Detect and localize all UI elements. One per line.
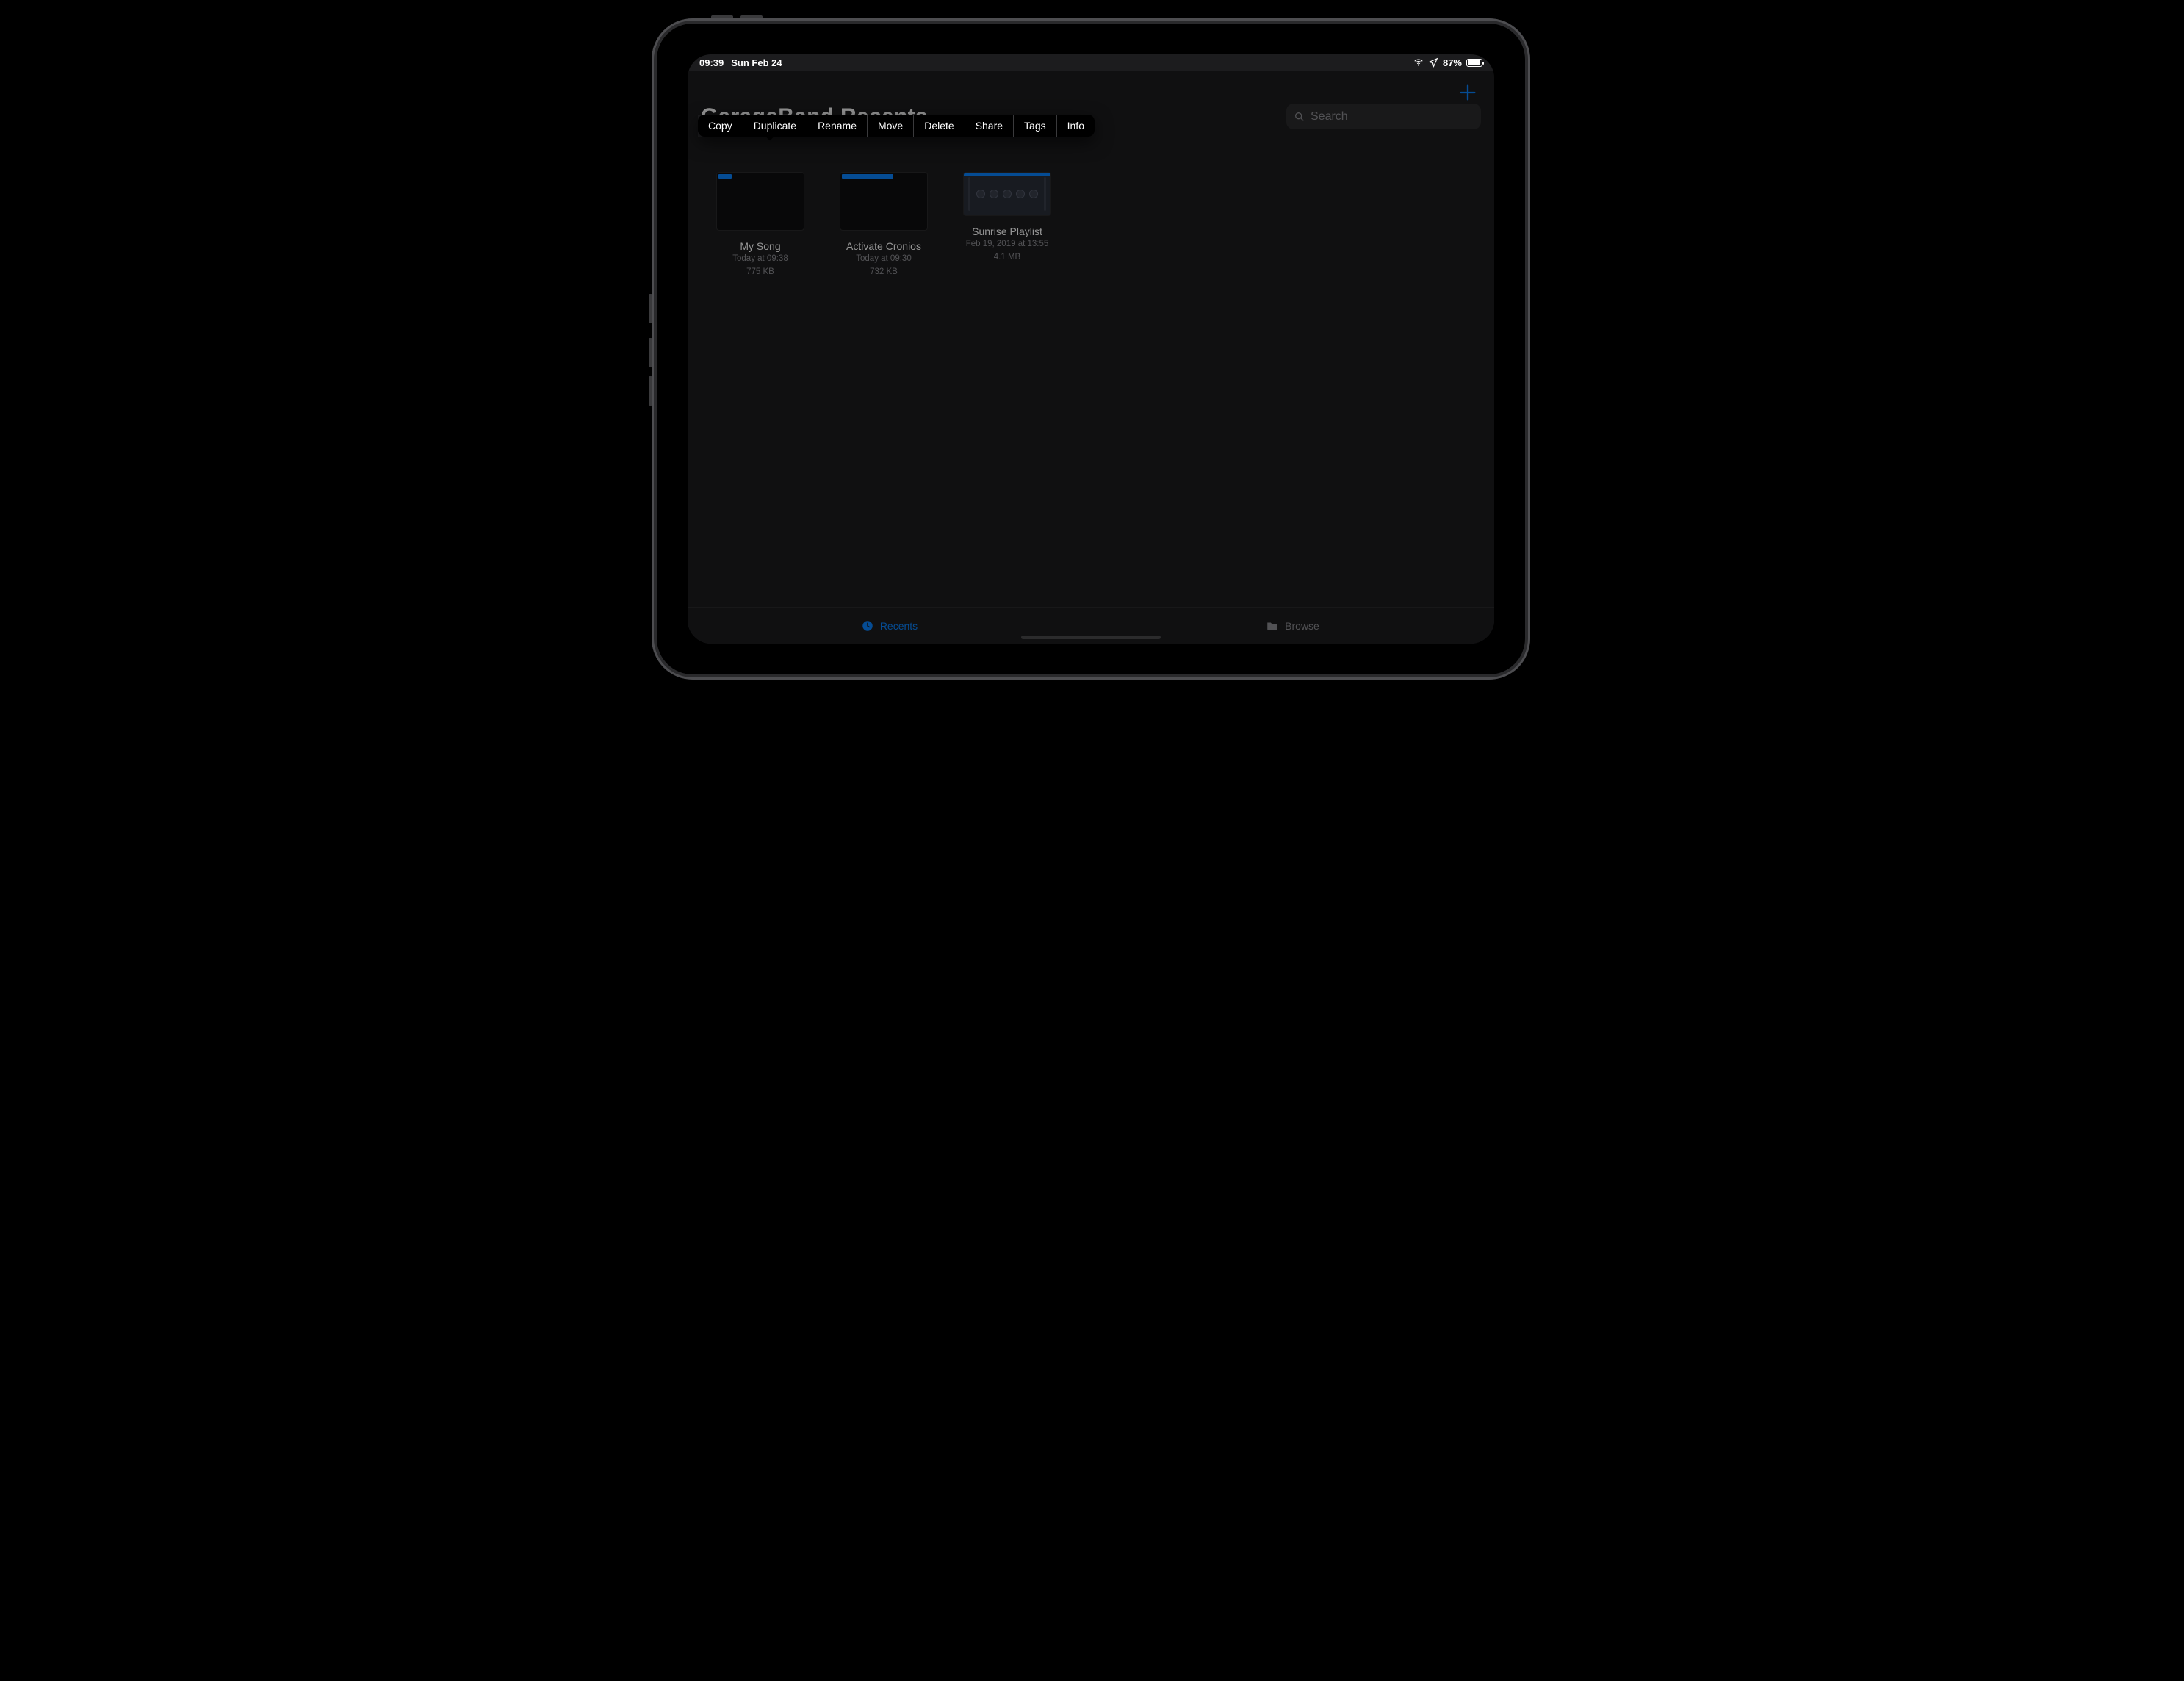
modal-overlay: CopyDuplicateRenameMoveDeleteShareTagsIn… <box>688 54 1494 644</box>
location-icon <box>1428 57 1438 68</box>
status-time: 09:39 <box>699 57 724 68</box>
page-title: GarageBand Recents <box>701 104 928 129</box>
file-date: Today at 09:30 <box>856 253 911 265</box>
file-item[interactable]: Activate CroniosToday at 09:30 732 KB <box>836 172 931 278</box>
file-date: Today at 09:38 <box>732 253 788 265</box>
status-right: 87% <box>1413 57 1482 68</box>
folder-icon <box>1266 619 1279 633</box>
search-icon <box>1294 111 1305 123</box>
nav-header: GarageBand Recents <box>688 69 1494 135</box>
file-name: Sunrise Playlist <box>972 226 1042 237</box>
home-indicator[interactable] <box>1021 636 1161 639</box>
search-input[interactable] <box>1311 110 1474 123</box>
file-item[interactable]: Sunrise Playlist Feb 19, 2019 at 13:554.1… <box>959 172 1055 263</box>
file-thumbnail <box>963 172 1051 216</box>
tab-recents-label: Recents <box>880 620 918 632</box>
file-date: Feb 19, 2019 at 13:55 <box>966 239 1049 251</box>
status-left: 09:39 Sun Feb 24 <box>699 57 782 68</box>
file-size: 775 KB <box>746 267 774 278</box>
device-frame: 09:39 Sun Feb 24 87% <box>652 18 1530 680</box>
file-size: 4.1 MB <box>994 252 1020 264</box>
file-name: Activate Cronios <box>846 240 921 252</box>
wifi-icon <box>1413 57 1424 68</box>
clock-icon <box>861 619 874 633</box>
status-date: Sun Feb 24 <box>731 57 782 68</box>
file-name: My Song <box>740 240 780 252</box>
file-grid: My SongToday at 09:38 775 KB Activate Cron… <box>713 172 1469 278</box>
file-thumbnail <box>840 172 928 231</box>
file-item[interactable]: My SongToday at 09:38 775 KB <box>713 172 808 278</box>
add-button[interactable] <box>1457 82 1480 104</box>
battery-icon <box>1466 59 1482 67</box>
file-thumbnail <box>716 172 804 231</box>
screen: 09:39 Sun Feb 24 87% <box>688 54 1494 644</box>
status-bar: 09:39 Sun Feb 24 87% <box>688 54 1494 71</box>
popover-arrow-icon <box>764 136 776 142</box>
battery-percent: 87% <box>1443 57 1462 68</box>
file-size: 732 KB <box>870 267 898 278</box>
search-field[interactable] <box>1286 104 1481 129</box>
tab-browse-label: Browse <box>1285 620 1319 632</box>
